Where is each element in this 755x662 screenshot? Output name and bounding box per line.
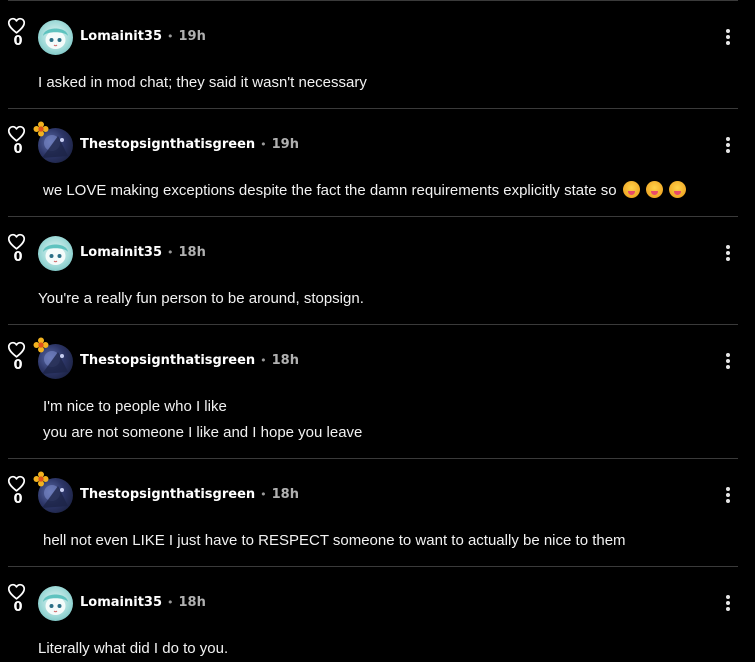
- username[interactable]: Thestopsignthatisgreen: [80, 353, 255, 368]
- separator-dot: •: [260, 488, 267, 501]
- separator-dot: •: [167, 246, 174, 259]
- comment-meta: Thestopsignthatisgreen • 18h: [80, 353, 299, 368]
- flower-badge-icon: [33, 337, 49, 353]
- heart-outline-icon[interactable]: [7, 341, 26, 358]
- comment-item: 0 Thestopsignthatisgreen • 18h I'm nice to…: [0, 324, 755, 458]
- comment-meta: Lomainit35 • 18h: [80, 595, 206, 610]
- money-mouth-face-emoji: [668, 181, 686, 198]
- separator-dot: •: [260, 354, 267, 367]
- comment-line: I'm nice to people who I like: [43, 398, 227, 415]
- money-mouth-face-emoji: [622, 181, 640, 198]
- comment-body: we LOVE making exceptions despite the fa…: [43, 178, 686, 204]
- divider: [8, 108, 738, 109]
- lomainit-avatar-icon: [43, 594, 68, 615]
- comment-body: I asked in mod chat; they said it wasn't…: [38, 70, 367, 96]
- divider: [8, 216, 738, 217]
- comment-meta: Thestopsignthatisgreen • 19h: [80, 137, 299, 152]
- divider: [8, 566, 738, 567]
- comment-item: 0 Lomainit35 • 19h I asked in mod chat; th…: [0, 0, 755, 108]
- timestamp: 19h: [271, 137, 299, 152]
- lomainit-avatar-icon: [43, 244, 68, 265]
- comment-body: Literally what did I do to you.: [38, 636, 228, 662]
- more-vertical-icon[interactable]: [721, 136, 735, 156]
- comment-item: 0 Thestopsignthatisgreen • 18h hell not ev…: [0, 458, 755, 566]
- timestamp: 18h: [271, 353, 299, 368]
- comment-body: hell not even LIKE I just have to RESPEC…: [43, 528, 626, 554]
- comment-meta: Thestopsignthatisgreen • 18h: [80, 487, 299, 502]
- comment-item: 0 Lomainit35 • 18h You're a really fun per…: [0, 216, 755, 324]
- more-vertical-icon[interactable]: [721, 244, 735, 264]
- separator-dot: •: [167, 596, 174, 609]
- like-control[interactable]: 0: [7, 125, 29, 157]
- heart-outline-icon[interactable]: [7, 583, 26, 600]
- separator-dot: •: [260, 138, 267, 151]
- comment-line: you are not someone I like and I hope yo…: [43, 424, 363, 441]
- like-count: 0: [13, 250, 23, 265]
- like-count: 0: [13, 34, 23, 49]
- comment-item: 0 Lomainit35 • 18h Literally what did I do…: [0, 566, 755, 660]
- like-control[interactable]: 0: [7, 583, 29, 615]
- like-count: 0: [13, 600, 23, 615]
- comment-line: Literally what did I do to you.: [38, 640, 229, 657]
- more-vertical-icon[interactable]: [721, 594, 735, 614]
- username[interactable]: Lomainit35: [80, 595, 162, 610]
- username[interactable]: Lomainit35: [80, 29, 162, 44]
- like-count: 0: [13, 492, 23, 507]
- username[interactable]: Lomainit35: [80, 245, 162, 260]
- avatar[interactable]: [38, 586, 73, 621]
- divider: [8, 324, 738, 325]
- lomainit-avatar-icon: [43, 28, 68, 49]
- comment-line: we LOVE making exceptions despite the fa…: [43, 182, 617, 199]
- money-mouth-face-emoji: [645, 181, 663, 198]
- like-control[interactable]: 0: [7, 341, 29, 373]
- more-vertical-icon[interactable]: [721, 28, 735, 48]
- comment-thread: 0 Lomainit35 • 19h I asked in mod chat; th…: [0, 0, 755, 660]
- more-vertical-icon[interactable]: [721, 486, 735, 506]
- heart-outline-icon[interactable]: [7, 17, 26, 34]
- comment-item: 0 Thestopsignthatisgreen • 19h we LOVE mak…: [0, 108, 755, 216]
- more-vertical-icon[interactable]: [721, 352, 735, 372]
- comment-body: I'm nice to people who I like you are no…: [43, 394, 362, 446]
- timestamp: 18h: [178, 595, 206, 610]
- flower-badge-icon: [33, 121, 49, 137]
- like-control[interactable]: 0: [7, 17, 29, 49]
- heart-outline-icon[interactable]: [7, 125, 26, 142]
- avatar[interactable]: [38, 236, 73, 271]
- timestamp: 19h: [178, 29, 206, 44]
- like-count: 0: [13, 142, 23, 157]
- separator-dot: •: [167, 30, 174, 43]
- comment-line: I asked in mod chat; they said it wasn't…: [38, 74, 367, 91]
- timestamp: 18h: [271, 487, 299, 502]
- username[interactable]: Thestopsignthatisgreen: [80, 487, 255, 502]
- avatar[interactable]: [38, 20, 73, 55]
- timestamp: 18h: [178, 245, 206, 260]
- comment-meta: Lomainit35 • 19h: [80, 29, 206, 44]
- comment-line: You're a really fun person to be around,…: [38, 290, 364, 307]
- divider: [8, 0, 738, 1]
- like-control[interactable]: 0: [7, 475, 29, 507]
- heart-outline-icon[interactable]: [7, 475, 26, 492]
- comment-line: hell not even LIKE I just have to RESPEC…: [43, 532, 626, 549]
- flower-badge-icon: [33, 471, 49, 487]
- comment-body: You're a really fun person to be around,…: [38, 286, 364, 312]
- like-control[interactable]: 0: [7, 233, 29, 265]
- divider: [8, 458, 738, 459]
- comment-meta: Lomainit35 • 18h: [80, 245, 206, 260]
- username[interactable]: Thestopsignthatisgreen: [80, 137, 255, 152]
- like-count: 0: [13, 358, 23, 373]
- heart-outline-icon[interactable]: [7, 233, 26, 250]
